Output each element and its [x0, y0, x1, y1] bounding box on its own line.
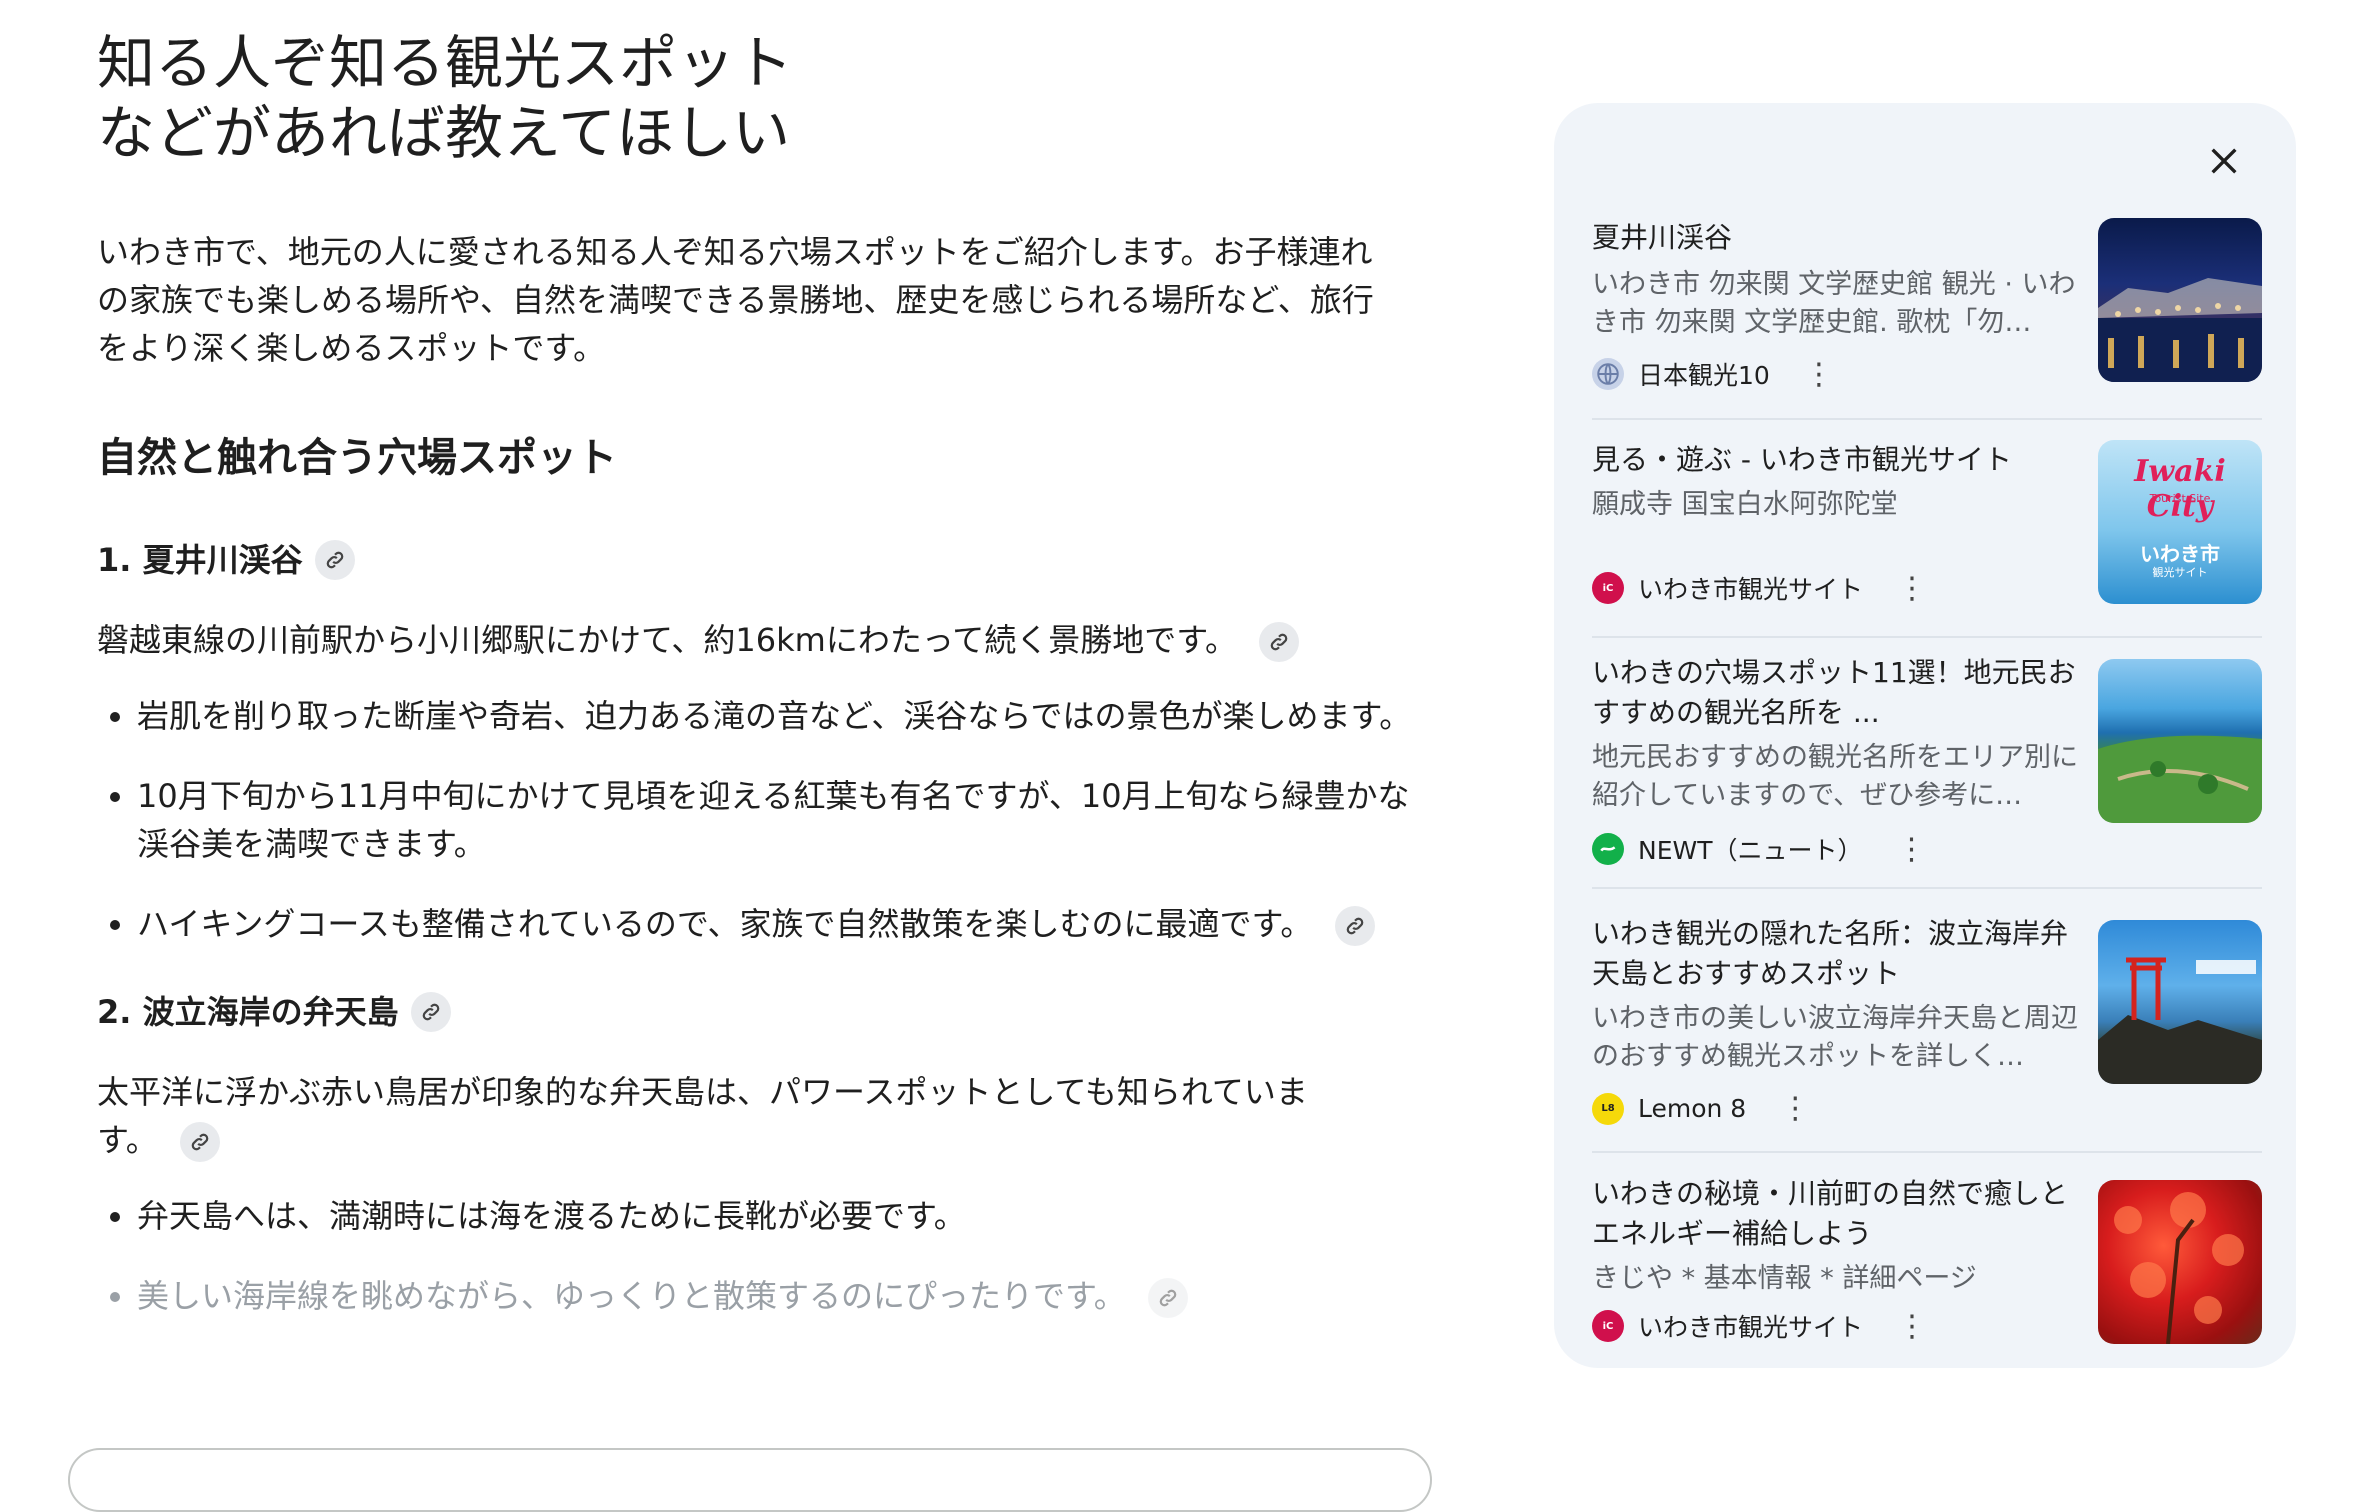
link-icon[interactable] — [410, 992, 451, 1032]
sources-panel: 夏井川渓谷 いわき市 勿来関 文学歴史館 観光 · いわき市 勿来関 文学歴史館… — [1554, 103, 2296, 1368]
source-snippet: 願成寺 国宝白水阿弥陀堂 — [1592, 489, 1898, 520]
source-site: 日本観光10 — [1638, 361, 1770, 390]
source-card[interactable]: 見る・遊ぶ - いわき市観光サイト 願成寺 国宝白水阿弥陀堂 iC いわき市観光… — [1592, 440, 2262, 638]
source-card[interactable]: いわきの秘境・川前町の自然で癒しとエネルギー補給しよう きじや * 基本情報 *… — [1592, 1174, 2262, 1354]
newt-icon — [1592, 833, 1624, 865]
section-heading: 自然と触れ合う穴場スポット — [97, 435, 617, 481]
source-thumbnail — [2098, 218, 2262, 382]
spot1-heading-text: 1. 夏井川渓谷 — [97, 541, 303, 579]
more-options-icon[interactable]: ⋮ — [1897, 1309, 1927, 1344]
spot2-bullets: 弁天島へは、満潮時には海を渡るために長靴が必要です。 美しい海岸線を眺めながら、… — [97, 1192, 1427, 1320]
source-snippet: きじや * 基本情報 * 詳細ページ — [1592, 1263, 1977, 1294]
more-options-icon[interactable]: ⋮ — [1897, 832, 1927, 867]
source-thumbnail — [2098, 920, 2262, 1084]
spot2-heading-text: 2. 波立海岸の弁天島 — [97, 993, 399, 1031]
source-snippet: いわき市の美しい波立海岸弁天島と周辺のおすすめ観光スポットを詳しく… — [1592, 1003, 2078, 1072]
source-title[interactable]: いわき観光の隠れた名所：波立海岸弁天島とおすすめスポット — [1592, 914, 2082, 994]
list-item: ハイキングコースも整備されているので、家族で自然散策を楽しむのに最適です。 — [137, 900, 1427, 948]
source-title[interactable]: いわきの秘境・川前町の自然で癒しとエネルギー補給しよう — [1592, 1174, 2082, 1254]
source-footer: NEWT（ニュート） ⋮ — [1592, 831, 1927, 867]
source-snippet: いわき市 勿来関 文学歴史館 観光 · いわき市 勿来関 文学歴史館. 歌枕「勿… — [1592, 269, 2076, 338]
answer-intro: いわき市で、地元の人に愛される知る人ぞ知る穴場スポットをご紹介します。お子様連れ… — [97, 233, 1374, 367]
source-footer: 日本観光10 ⋮ — [1592, 356, 1834, 392]
more-options-icon[interactable]: ⋮ — [1804, 357, 1834, 392]
source-site: Lemon 8 — [1638, 1094, 1747, 1123]
link-icon[interactable] — [1334, 906, 1375, 946]
source-footer: iC いわき市観光サイト ⋮ — [1592, 570, 1927, 606]
source-site: いわき市観光サイト — [1638, 575, 1864, 604]
thumb-jp: いわき市 — [2140, 542, 2220, 566]
thumb-jp-sub: 観光サイト — [2152, 566, 2208, 579]
spot2-desc-text: 太平洋に浮かぶ赤い鳥居が印象的な弁天島は、パワースポットとしても知られています。 — [97, 1073, 1308, 1159]
link-icon[interactable] — [1259, 622, 1300, 662]
source-site: いわき市観光サイト — [1638, 1313, 1864, 1342]
source-site: NEWT（ニュート） — [1638, 836, 1863, 865]
source-card[interactable]: いわきの穴場スポット11選！地元民おすすめの観光名所を ... 地元民おすすめの… — [1592, 653, 2262, 889]
spot1-heading: 1. 夏井川渓谷 — [97, 536, 1397, 584]
spot2-heading: 2. 波立海岸の弁天島 — [97, 988, 1397, 1036]
close-icon — [2211, 148, 2237, 174]
list-item-text: 美しい海岸線を眺めながら、ゆっくりと散策するのにぴったりです。 — [137, 1277, 1126, 1315]
list-item-text: ハイキングコースも整備されているので、家族で自然散策を楽しむのに最適です。 — [137, 905, 1313, 943]
spot1-desc: 磐越東線の川前駅から小川郷駅にかけて、約16kmにわたって続く景勝地です。 — [97, 616, 1397, 664]
source-snippet: 地元民おすすめの観光名所をエリア別に紹介していますので、ぜひ参考に… — [1592, 742, 2078, 811]
globe-icon — [1592, 358, 1624, 390]
source-title[interactable]: 夏井川渓谷 — [1592, 218, 2082, 258]
source-card[interactable]: いわき観光の隠れた名所：波立海岸弁天島とおすすめスポット いわき市の美しい波立海… — [1592, 914, 2262, 1153]
thumb-brand-sub: Tourist Site — [2149, 492, 2211, 505]
prompt-input-bar[interactable] — [68, 1448, 1432, 1512]
lemon8-icon: L8 — [1592, 1092, 1624, 1125]
more-options-icon[interactable]: ⋮ — [1897, 571, 1927, 606]
link-icon[interactable] — [314, 540, 355, 580]
list-item: 美しい海岸線を眺めながら、ゆっくりと散策するのにぴったりです。 — [137, 1272, 1427, 1320]
close-button[interactable] — [2196, 133, 2252, 189]
link-icon[interactable] — [1147, 1278, 1188, 1318]
iwaki-city-icon: iC — [1592, 1310, 1624, 1342]
spot1-bullets: 岩肌を削り取った断崖や奇岩、迫力ある滝の音など、渓谷ならではの景色が楽しめます。… — [97, 692, 1427, 948]
source-thumbnail — [2098, 659, 2262, 823]
list-item: 弁天島へは、満潮時には海を渡るために長靴が必要です。 — [137, 1192, 1427, 1240]
list-item: 岩肌を削り取った断崖や奇岩、迫力ある滝の音など、渓谷ならではの景色が楽しめます。 — [137, 692, 1427, 740]
spot2-desc: 太平洋に浮かぶ赤い鳥居が印象的な弁天島は、パワースポットとしても知られています。 — [97, 1068, 1337, 1164]
source-footer: L8 Lemon 8 ⋮ — [1592, 1091, 1810, 1126]
more-options-icon[interactable]: ⋮ — [1780, 1091, 1810, 1126]
thumb-brand: Iwaki City — [2134, 454, 2226, 524]
source-title[interactable]: いわきの穴場スポット11選！地元民おすすめの観光名所を ... — [1592, 653, 2082, 733]
user-question: 知る人ぞ知る観光スポット などがあれば教えてほしい — [97, 29, 794, 167]
answer-body: いわき市で、地元の人に愛される知る人ぞ知る穴場スポットをご紹介します。お子様連れ… — [97, 228, 1411, 1320]
source-card[interactable]: 夏井川渓谷 いわき市 勿来関 文学歴史館 観光 · いわき市 勿来関 文学歴史館… — [1592, 218, 2262, 420]
source-thumbnail — [2098, 1180, 2262, 1344]
list-item: 10月下旬から11月中旬にかけて見頃を迎える紅葉も有名ですが、10月上旬なら緑豊… — [137, 772, 1427, 868]
iwaki-city-icon: iC — [1592, 572, 1624, 604]
source-footer: iC いわき市観光サイト ⋮ — [1592, 1308, 1927, 1344]
spot1-desc-text: 磐越東線の川前駅から小川郷駅にかけて、約16kmにわたって続く景勝地です。 — [97, 621, 1238, 659]
link-icon[interactable] — [179, 1122, 220, 1162]
source-thumbnail: Iwaki City Tourist Site いわき市 観光サイト — [2098, 440, 2262, 604]
source-title[interactable]: 見る・遊ぶ - いわき市観光サイト — [1592, 440, 2082, 480]
